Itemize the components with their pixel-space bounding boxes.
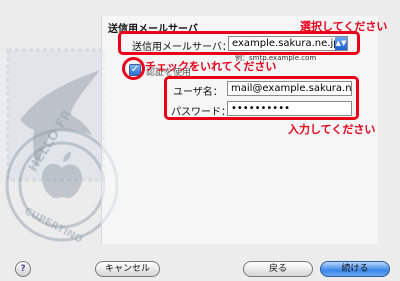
continue-button[interactable]: 続ける bbox=[320, 261, 390, 277]
check-annotation-text: チェックをいれてください bbox=[145, 60, 277, 73]
select-annotation-text: 選択してください bbox=[300, 20, 388, 33]
cancel-button[interactable]: キャンセル bbox=[95, 261, 160, 277]
check-annotation-circle bbox=[122, 57, 145, 80]
input-annotation-text: 入力してください bbox=[288, 123, 376, 136]
back-button[interactable]: 戻る bbox=[243, 261, 313, 277]
input-annotation-box bbox=[164, 76, 359, 120]
help-button[interactable]: ? bbox=[15, 261, 31, 277]
select-annotation-box bbox=[118, 31, 360, 55]
